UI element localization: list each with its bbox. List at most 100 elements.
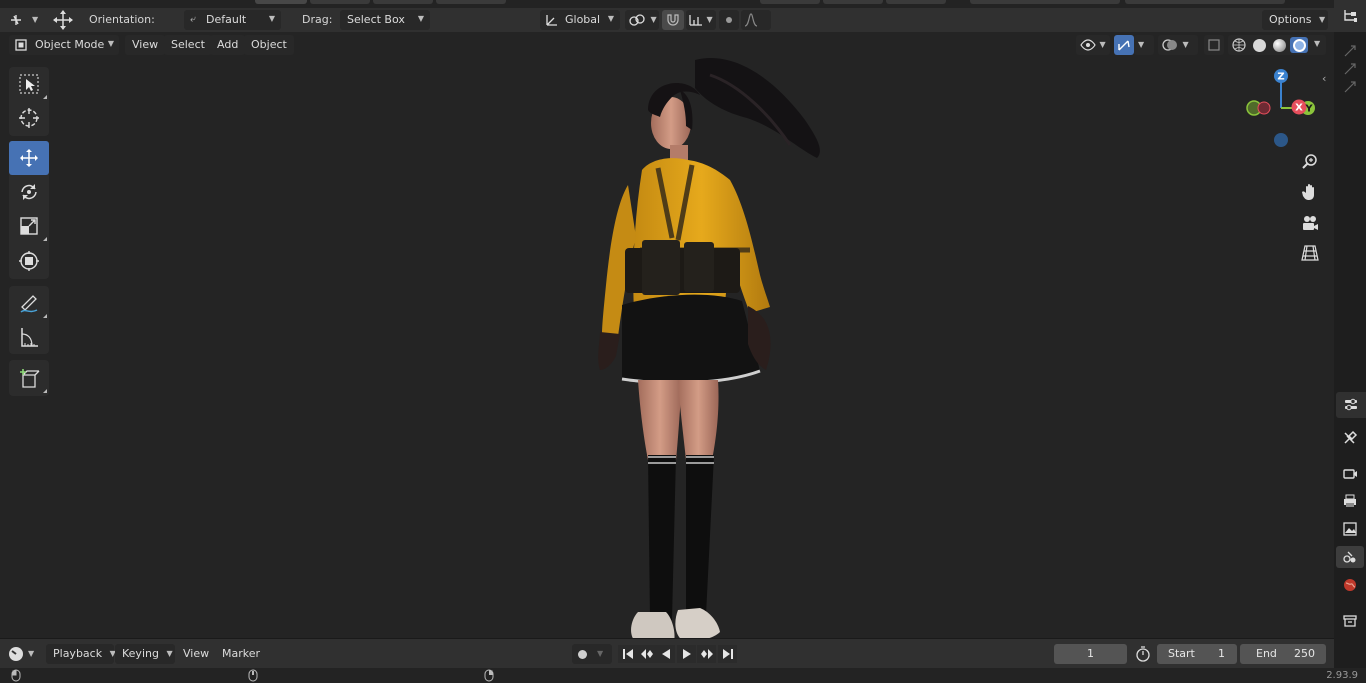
jump-keyframe-forward-button[interactable] bbox=[697, 645, 716, 663]
jump-to-start-button[interactable] bbox=[618, 645, 637, 663]
outliner-toggle[interactable] bbox=[1334, 0, 1366, 32]
tool-scale[interactable] bbox=[9, 209, 49, 243]
collection-properties-tab[interactable] bbox=[1336, 610, 1364, 632]
jump-to-end-button[interactable] bbox=[718, 645, 737, 663]
tool-transform[interactable] bbox=[9, 244, 49, 278]
tool-add-cube[interactable] bbox=[9, 361, 49, 395]
wrench-screwdriver-icon bbox=[1344, 430, 1358, 444]
camera-view-button[interactable] bbox=[1299, 212, 1321, 234]
overlays-dropdown[interactable]: ▼ bbox=[1158, 35, 1198, 55]
chevron-down-icon: ▼ bbox=[32, 14, 39, 24]
scene-selector[interactable] bbox=[970, 0, 1120, 4]
world-properties-tab[interactable] bbox=[1336, 574, 1364, 596]
workspace-tab[interactable] bbox=[436, 0, 506, 4]
mode-dropdown[interactable]: Object Mode ▼ bbox=[9, 35, 119, 55]
gizmo-dropdown[interactable]: ▼ bbox=[1134, 35, 1154, 55]
menu-select[interactable]: Select bbox=[164, 35, 212, 55]
tool-annotate[interactable] bbox=[9, 286, 49, 320]
character-model[interactable] bbox=[580, 50, 840, 640]
snap-toggle[interactable] bbox=[662, 10, 684, 30]
end-frame-field[interactable]: End 250 bbox=[1240, 644, 1326, 664]
render-properties-tab[interactable] bbox=[1336, 462, 1364, 484]
menu-timeline-view[interactable]: View bbox=[176, 644, 216, 664]
pivot-point-dropdown[interactable]: ▼ bbox=[625, 10, 659, 30]
transform-orientation-dropdown[interactable]: Global ▼ bbox=[540, 10, 620, 30]
tool-rotate[interactable] bbox=[9, 175, 49, 209]
proportional-dot-icon bbox=[726, 17, 732, 23]
object-mode-icon bbox=[15, 39, 27, 51]
material-shading-icon[interactable] bbox=[1270, 37, 1288, 53]
tool-move[interactable] bbox=[9, 141, 49, 175]
constraint-icon[interactable] bbox=[1343, 62, 1357, 76]
3d-viewport[interactable]: Object Mode ▼ View Select Add Object ▼ ▼… bbox=[0, 32, 1334, 640]
scene-properties-tab[interactable] bbox=[1336, 546, 1364, 568]
tool-cursor[interactable] bbox=[9, 101, 49, 135]
chevron-down-icon: ▼ bbox=[28, 648, 35, 658]
timeline-editor-type-dropdown[interactable]: ▼ bbox=[8, 644, 40, 664]
tool-measure[interactable] bbox=[9, 320, 49, 354]
gizmo-toggle[interactable] bbox=[1114, 35, 1134, 55]
workspace-tab[interactable] bbox=[886, 0, 946, 4]
properties-sidebar bbox=[1334, 0, 1366, 683]
menu-object[interactable]: Object bbox=[244, 35, 294, 55]
rendered-shading-icon[interactable] bbox=[1290, 37, 1308, 53]
start-label: Start bbox=[1168, 647, 1195, 660]
visibility-dropdown[interactable]: ▼ bbox=[1076, 35, 1110, 55]
play-icon bbox=[682, 649, 691, 659]
proportional-falloff-dropdown[interactable] bbox=[741, 10, 771, 30]
play-reverse-button[interactable] bbox=[656, 645, 675, 663]
properties-editor-icon bbox=[1345, 398, 1357, 411]
constraint-icon[interactable] bbox=[1343, 44, 1357, 58]
menu-view[interactable]: View bbox=[125, 35, 166, 55]
workspace-tab-active[interactable] bbox=[255, 0, 307, 4]
wireframe-shading-icon[interactable] bbox=[1230, 37, 1248, 53]
workspace-tab[interactable] bbox=[823, 0, 883, 4]
menu-playback[interactable]: Playback ▼ bbox=[46, 644, 116, 664]
view-layer-properties-tab[interactable] bbox=[1336, 518, 1364, 540]
workspace-tab[interactable] bbox=[373, 0, 433, 4]
chevron-down-icon: ▼ bbox=[268, 14, 275, 23]
auto-keying-toggle[interactable]: ▼ bbox=[572, 644, 612, 664]
outliner-tree-icon bbox=[1344, 10, 1357, 22]
gizmo-neg-z-handle bbox=[1274, 133, 1288, 147]
snap-target-dropdown[interactable]: ▼ bbox=[686, 10, 716, 30]
workspace-tab[interactable] bbox=[760, 0, 820, 4]
jump-end-icon bbox=[722, 649, 733, 659]
constraint-icon[interactable] bbox=[1343, 80, 1357, 94]
zoom-button[interactable] bbox=[1299, 151, 1321, 173]
chevron-down-icon: ▼ bbox=[1099, 40, 1106, 49]
active-tool-icon[interactable] bbox=[50, 9, 76, 31]
jump-start-icon bbox=[622, 649, 633, 659]
xray-toggle[interactable] bbox=[1204, 35, 1224, 55]
output-properties-tab[interactable] bbox=[1336, 490, 1364, 512]
jump-keyframe-back-button[interactable] bbox=[637, 645, 656, 663]
solid-shading-icon[interactable] bbox=[1250, 37, 1268, 53]
drag-dropdown[interactable]: Select Box ▼ bbox=[340, 10, 430, 30]
editor-type-dropdown[interactable]: ▼ bbox=[8, 10, 40, 30]
view-layer-selector[interactable] bbox=[1125, 0, 1285, 4]
properties-editor-toggle[interactable] bbox=[1336, 392, 1366, 418]
pan-button[interactable] bbox=[1299, 181, 1321, 203]
gizmo-z-label: Z bbox=[1277, 72, 1284, 83]
proportional-editing-toggle[interactable] bbox=[719, 10, 739, 30]
world-globe-icon bbox=[1344, 579, 1356, 591]
orientation-dropdown[interactable]: ⤶ Default ▼ bbox=[184, 10, 281, 30]
hand-icon bbox=[1302, 184, 1314, 200]
options-dropdown[interactable]: Options ▼ bbox=[1262, 10, 1328, 30]
current-frame-field[interactable]: 1 bbox=[1054, 644, 1127, 664]
menu-add[interactable]: Add bbox=[210, 35, 246, 55]
global-axes-icon bbox=[546, 15, 557, 26]
menu-keying[interactable]: Keying ▼ bbox=[115, 644, 175, 664]
perspective-toggle-button[interactable] bbox=[1299, 242, 1321, 264]
preview-range-toggle[interactable] bbox=[1133, 645, 1153, 663]
snap-increment-icon bbox=[689, 15, 702, 26]
magnet-icon bbox=[667, 14, 679, 26]
move-arrows-icon bbox=[53, 10, 73, 30]
tool-select-box[interactable] bbox=[9, 67, 49, 101]
tool-properties-tab[interactable] bbox=[1336, 427, 1364, 449]
start-frame-field[interactable]: Start 1 bbox=[1157, 644, 1237, 664]
workspace-tab[interactable] bbox=[310, 0, 370, 4]
menu-marker[interactable]: Marker bbox=[215, 644, 267, 664]
play-button[interactable] bbox=[677, 645, 696, 663]
mouse-right-icon bbox=[484, 669, 494, 682]
